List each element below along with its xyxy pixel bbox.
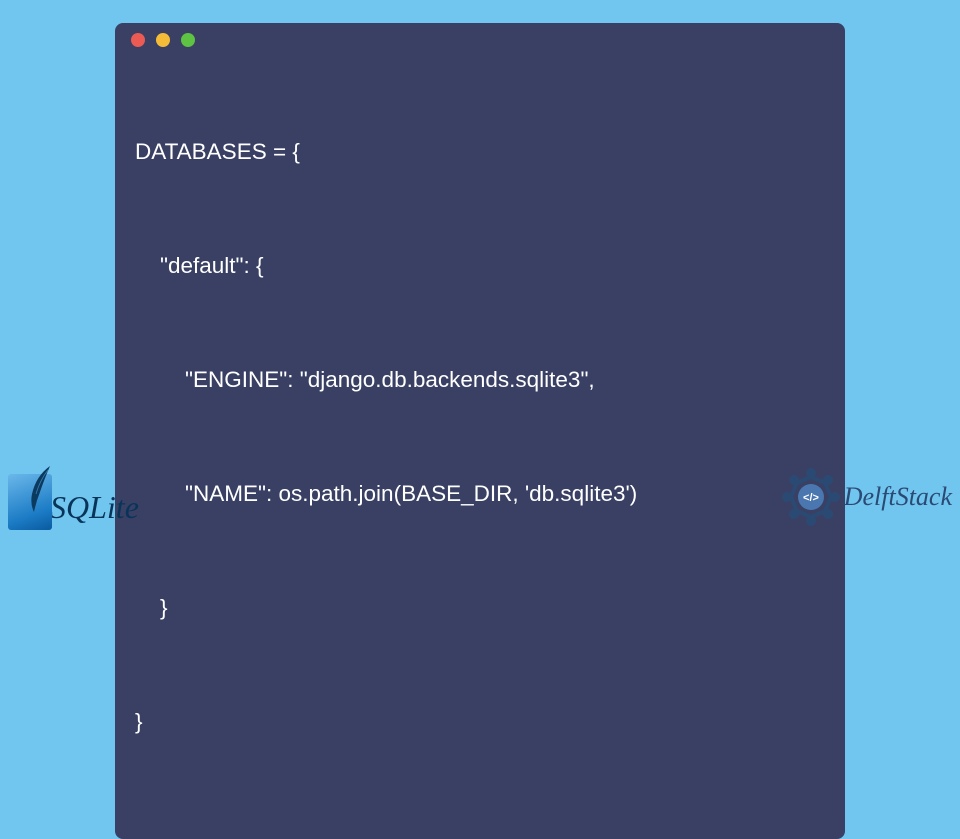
code-line: "ENGINE": "django.db.backends.sqlite3", (135, 361, 845, 399)
delftstack-logo: </> DelftStack (780, 466, 952, 528)
code-line: "NAME": os.path.join(BASE_DIR, 'db.sqlit… (135, 475, 845, 513)
window-titlebar (115, 23, 845, 57)
minimize-icon[interactable] (156, 33, 170, 47)
delftstack-label: DelftStack (844, 482, 952, 512)
feather-icon (26, 464, 56, 514)
code-line: DATABASES = { (135, 133, 845, 171)
delftstack-emblem-icon: </> (780, 466, 842, 528)
sqlite-box-icon (8, 474, 52, 530)
close-icon[interactable] (131, 33, 145, 47)
maximize-icon[interactable] (181, 33, 195, 47)
code-line: } (135, 589, 845, 627)
sqlite-label: SQLite (50, 489, 139, 526)
code-line: "default": { (135, 247, 845, 285)
code-window: DATABASES = { "default": { "ENGINE": "dj… (115, 23, 845, 839)
sqlite-logo: SQLite (8, 474, 139, 530)
svg-text:</>: </> (803, 492, 819, 504)
code-block: DATABASES = { "default": { "ENGINE": "dj… (115, 57, 845, 817)
code-line: } (135, 703, 845, 741)
